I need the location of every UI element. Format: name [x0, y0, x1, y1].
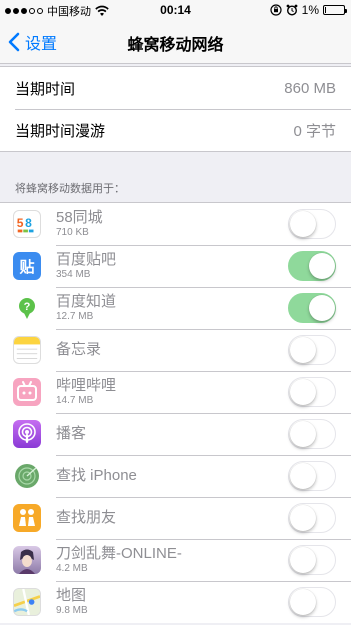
app-size: 710 KB — [56, 227, 89, 238]
usage-row-current-period: 当期时间 860 MB — [0, 67, 351, 109]
app-text: 哔哩哔哩 14.7 MB — [56, 377, 116, 407]
app-name: 刀剑乱舞-ONLINE- — [56, 545, 182, 562]
app-text: 58同城 710 KB — [56, 209, 103, 239]
svg-text:?: ? — [24, 301, 31, 313]
app-size: 4.2 MB — [56, 563, 88, 574]
maps-icon — [13, 588, 41, 616]
usage-row-roaming: 当期时间漫游 0 字节 — [0, 109, 351, 151]
battery-icon — [323, 5, 347, 15]
app-size: 14.7 MB — [56, 395, 94, 406]
app-name: 58同城 — [56, 209, 103, 226]
app-name: 播客 — [56, 425, 87, 442]
section-header: 将蜂窝移动数据用于： — [15, 183, 125, 195]
app-row-find-iphone: 查找 iPhone — [0, 455, 351, 497]
svg-text:5: 5 — [17, 216, 24, 230]
cellular-toggle[interactable] — [288, 545, 336, 575]
cellular-toggle[interactable] — [288, 461, 336, 491]
app-list: 5 8 58同城 710 KB 贴 百度贴吧 354 MB ? 百度知道 12.… — [0, 202, 351, 623]
usage-value: 860 MB — [284, 79, 336, 97]
app-size: 354 MB — [56, 269, 91, 280]
cellular-toggle[interactable] — [288, 587, 336, 617]
rotation-lock-icon — [270, 4, 282, 16]
baidu-tieba-icon: 贴 — [13, 252, 41, 280]
app-size: 12.7 MB — [56, 311, 94, 322]
app-row-maps: 地图 9.8 MB — [0, 581, 351, 623]
usage-label: 当期时间漫游 — [15, 122, 106, 140]
app-text: 播客 — [56, 425, 86, 443]
svg-text:贴: 贴 — [19, 258, 34, 276]
app-text: 查找朋友 — [56, 509, 116, 527]
app-row-58-tongcheng: 5 8 58同城 710 KB — [0, 203, 351, 245]
app-row-touken-ranbu: 刀剑乱舞-ONLINE- 4.2 MB — [0, 539, 351, 581]
cellular-toggle[interactable] — [288, 293, 336, 323]
cellular-toggle[interactable] — [288, 209, 336, 239]
app-text: 备忘录 — [56, 341, 101, 359]
page-title: 蜂窝移动网络 — [127, 37, 224, 54]
app-name: 查找朋友 — [56, 509, 117, 526]
app-row-baidu-tieba: 贴 百度贴吧 354 MB — [0, 245, 351, 287]
battery-percent: 1% — [301, 3, 319, 17]
find-iphone-icon — [13, 462, 41, 490]
app-row-find-friends: 查找朋友 — [0, 497, 351, 539]
app-name: 百度知道 — [56, 293, 117, 310]
status-right: 1% — [270, 3, 347, 17]
58-tongcheng-icon: 5 8 — [13, 210, 41, 238]
app-name: 地图 — [56, 587, 87, 604]
app-name: 哔哩哔哩 — [56, 377, 117, 394]
app-name: 百度贴吧 — [56, 251, 117, 268]
status-bar: 中国移动 00:14 1% — [0, 0, 351, 20]
podcasts-icon — [13, 420, 41, 448]
cellular-toggle[interactable] — [288, 503, 336, 533]
touken-ranbu-icon — [13, 546, 41, 574]
usage-value: 0 字节 — [293, 122, 336, 140]
svg-text:8: 8 — [25, 216, 32, 230]
bilibili-icon — [13, 378, 41, 406]
app-text: 百度知道 12.7 MB — [56, 293, 116, 323]
find-friends-icon — [13, 504, 41, 532]
app-row-notes: 备忘录 — [0, 329, 351, 371]
usage-group: 当期时间 860 MB 当期时间漫游 0 字节 — [0, 66, 351, 152]
baidu-zhidao-icon: ? — [13, 294, 41, 322]
app-text: 百度贴吧 354 MB — [56, 251, 116, 281]
app-text: 查找 iPhone — [56, 467, 137, 485]
navigation-bar: 设置 蜂窝移动网络 — [0, 20, 351, 64]
alarm-icon — [286, 4, 298, 16]
cellular-toggle[interactable] — [288, 419, 336, 449]
app-row-podcasts: 播客 — [0, 413, 351, 455]
app-name: 查找 iPhone — [56, 467, 137, 484]
app-name: 备忘录 — [56, 341, 102, 358]
app-text: 刀剑乱舞-ONLINE- 4.2 MB — [56, 545, 182, 575]
app-text: 地图 9.8 MB — [56, 587, 88, 617]
app-size: 9.8 MB — [56, 605, 88, 616]
cellular-toggle[interactable] — [288, 335, 336, 365]
cellular-toggle[interactable] — [288, 377, 336, 407]
usage-label: 当期时间 — [15, 80, 76, 98]
cellular-toggle[interactable] — [288, 251, 336, 281]
notes-icon — [13, 336, 41, 364]
app-row-bilibili: 哔哩哔哩 14.7 MB — [0, 371, 351, 413]
app-row-baidu-zhidao: ? 百度知道 12.7 MB — [0, 287, 351, 329]
